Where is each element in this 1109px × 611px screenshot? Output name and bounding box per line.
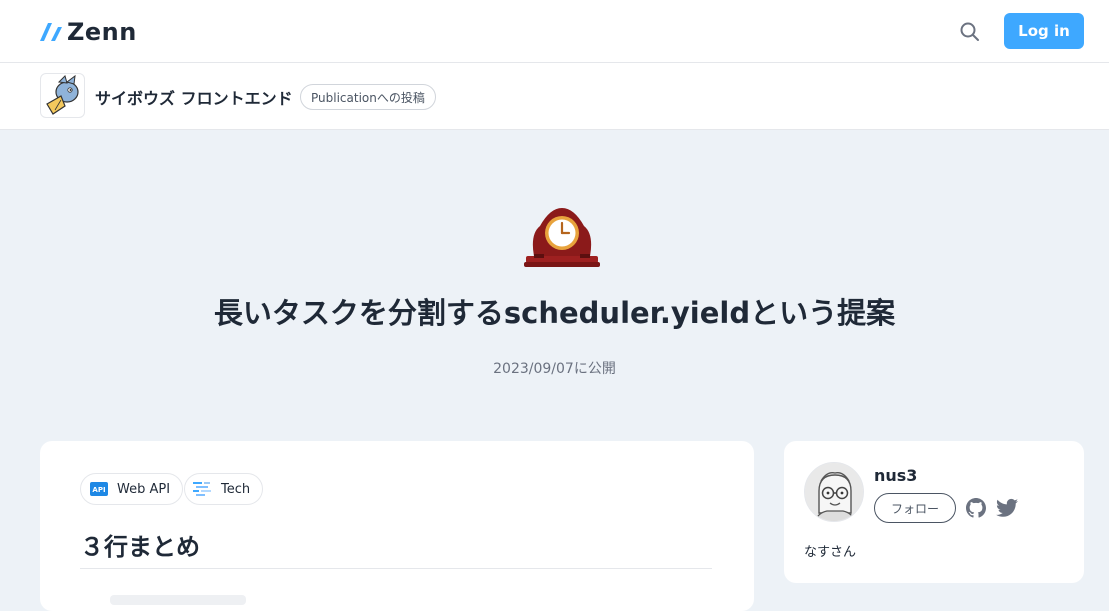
publication-avatar[interactable] (40, 73, 85, 118)
topic-label: Tech (221, 481, 251, 497)
site-header: Zenn Log in (0, 0, 1109, 63)
topic-tech[interactable]: Tech (184, 473, 264, 505)
topic-label: Web API (117, 481, 171, 497)
article-body-card: API Web API Tech ３行まとめ (40, 441, 754, 611)
zenn-logo[interactable]: Zenn (40, 18, 137, 46)
section-heading: ３行まとめ (80, 533, 200, 561)
svg-text:API: API (92, 486, 105, 494)
follow-button[interactable]: フォロー (874, 493, 956, 523)
zenn-logo-mark-icon (40, 23, 62, 41)
publication-badge: Publicationへの投稿 (300, 84, 436, 110)
author-avatar[interactable] (804, 462, 864, 522)
publish-date: 2023/09/07に公開 (493, 361, 616, 377)
publication-name[interactable]: サイボウズ フロントエンド (95, 85, 293, 109)
article-title: 長いタスクを分割するscheduler.yieldという提案 (213, 296, 896, 330)
logo-text: Zenn (67, 18, 137, 46)
author-name[interactable]: nus3 (874, 466, 917, 485)
content-preview (110, 595, 246, 605)
search-icon (960, 22, 979, 41)
topic-web-api[interactable]: API Web API (80, 473, 184, 505)
author-card: nus3 フォロー なすさん (784, 441, 1084, 583)
search-button[interactable] (958, 20, 982, 44)
author-bio: なすさん (804, 545, 857, 560)
twitter-icon[interactable] (996, 498, 1018, 518)
bird-logo-icon (46, 74, 79, 115)
heading-divider (80, 568, 712, 569)
login-button[interactable]: Log in (1004, 13, 1084, 49)
publication-bar: サイボウズ フロントエンド Publicationへの投稿 (0, 63, 1109, 130)
tech-icon (193, 479, 213, 499)
github-icon[interactable] (966, 498, 986, 518)
api-icon: API (89, 479, 109, 499)
mantelpiece-clock-icon (520, 204, 604, 270)
